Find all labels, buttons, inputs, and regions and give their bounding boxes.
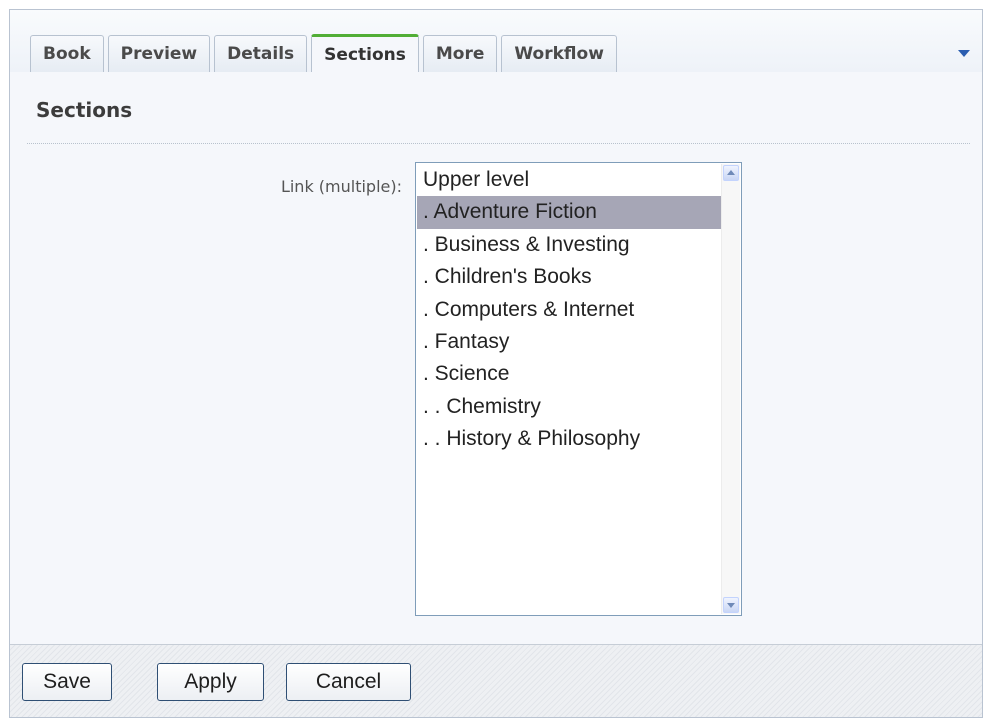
editor-panel: Book Preview Details Sections More Workf… (9, 9, 983, 718)
list-item[interactable]: . Business & Investing (417, 229, 722, 261)
listbox-scrollbar[interactable] (721, 164, 740, 614)
form-footer: Save Apply Cancel (10, 644, 982, 717)
cancel-button[interactable]: Cancel (286, 663, 411, 701)
tab-details[interactable]: Details (214, 35, 308, 72)
tab-more[interactable]: More (422, 35, 498, 72)
list-item[interactable]: Upper level (417, 164, 722, 196)
chevron-up-icon (727, 170, 735, 175)
tab-workflow[interactable]: Workflow (501, 35, 617, 72)
list-item[interactable]: . Adventure Fiction (417, 196, 722, 229)
tab-label: Book (43, 44, 91, 64)
apply-button[interactable]: Apply (157, 663, 264, 701)
chevron-down-icon[interactable] (958, 50, 970, 57)
list-item[interactable]: . . History & Philosophy (417, 423, 722, 455)
tab-label: Details (227, 44, 295, 64)
tab-preview[interactable]: Preview (107, 35, 211, 72)
list-item[interactable]: . Fantasy (417, 326, 722, 358)
sections-multiselect[interactable]: Upper level . Adventure Fiction . Busine… (415, 162, 742, 616)
list-items: Upper level . Adventure Fiction . Busine… (417, 164, 722, 614)
scroll-up-button[interactable] (723, 165, 739, 181)
list-item[interactable]: . Science (417, 358, 722, 390)
save-button[interactable]: Save (22, 663, 112, 701)
tab-label: Workflow (514, 44, 604, 64)
tab-bar: Book Preview Details Sections More Workf… (10, 10, 982, 72)
tab-label: More (435, 44, 485, 64)
tab-label: Preview (120, 44, 198, 64)
tab-sections[interactable]: Sections (311, 34, 419, 72)
tab-label: Sections (324, 45, 406, 65)
list-item[interactable]: . . Chemistry (417, 391, 722, 423)
chevron-down-icon (727, 603, 735, 608)
tab-book[interactable]: Book (30, 35, 104, 72)
divider (27, 143, 970, 144)
list-item[interactable]: . Children's Books (417, 261, 722, 293)
scroll-down-button[interactable] (723, 597, 739, 613)
tab-list: Book Preview Details Sections More Workf… (30, 34, 621, 72)
section-title: Sections (36, 98, 133, 122)
list-item[interactable]: . Computers & Internet (417, 294, 722, 326)
link-field-label: Link (multiple): (280, 177, 402, 196)
